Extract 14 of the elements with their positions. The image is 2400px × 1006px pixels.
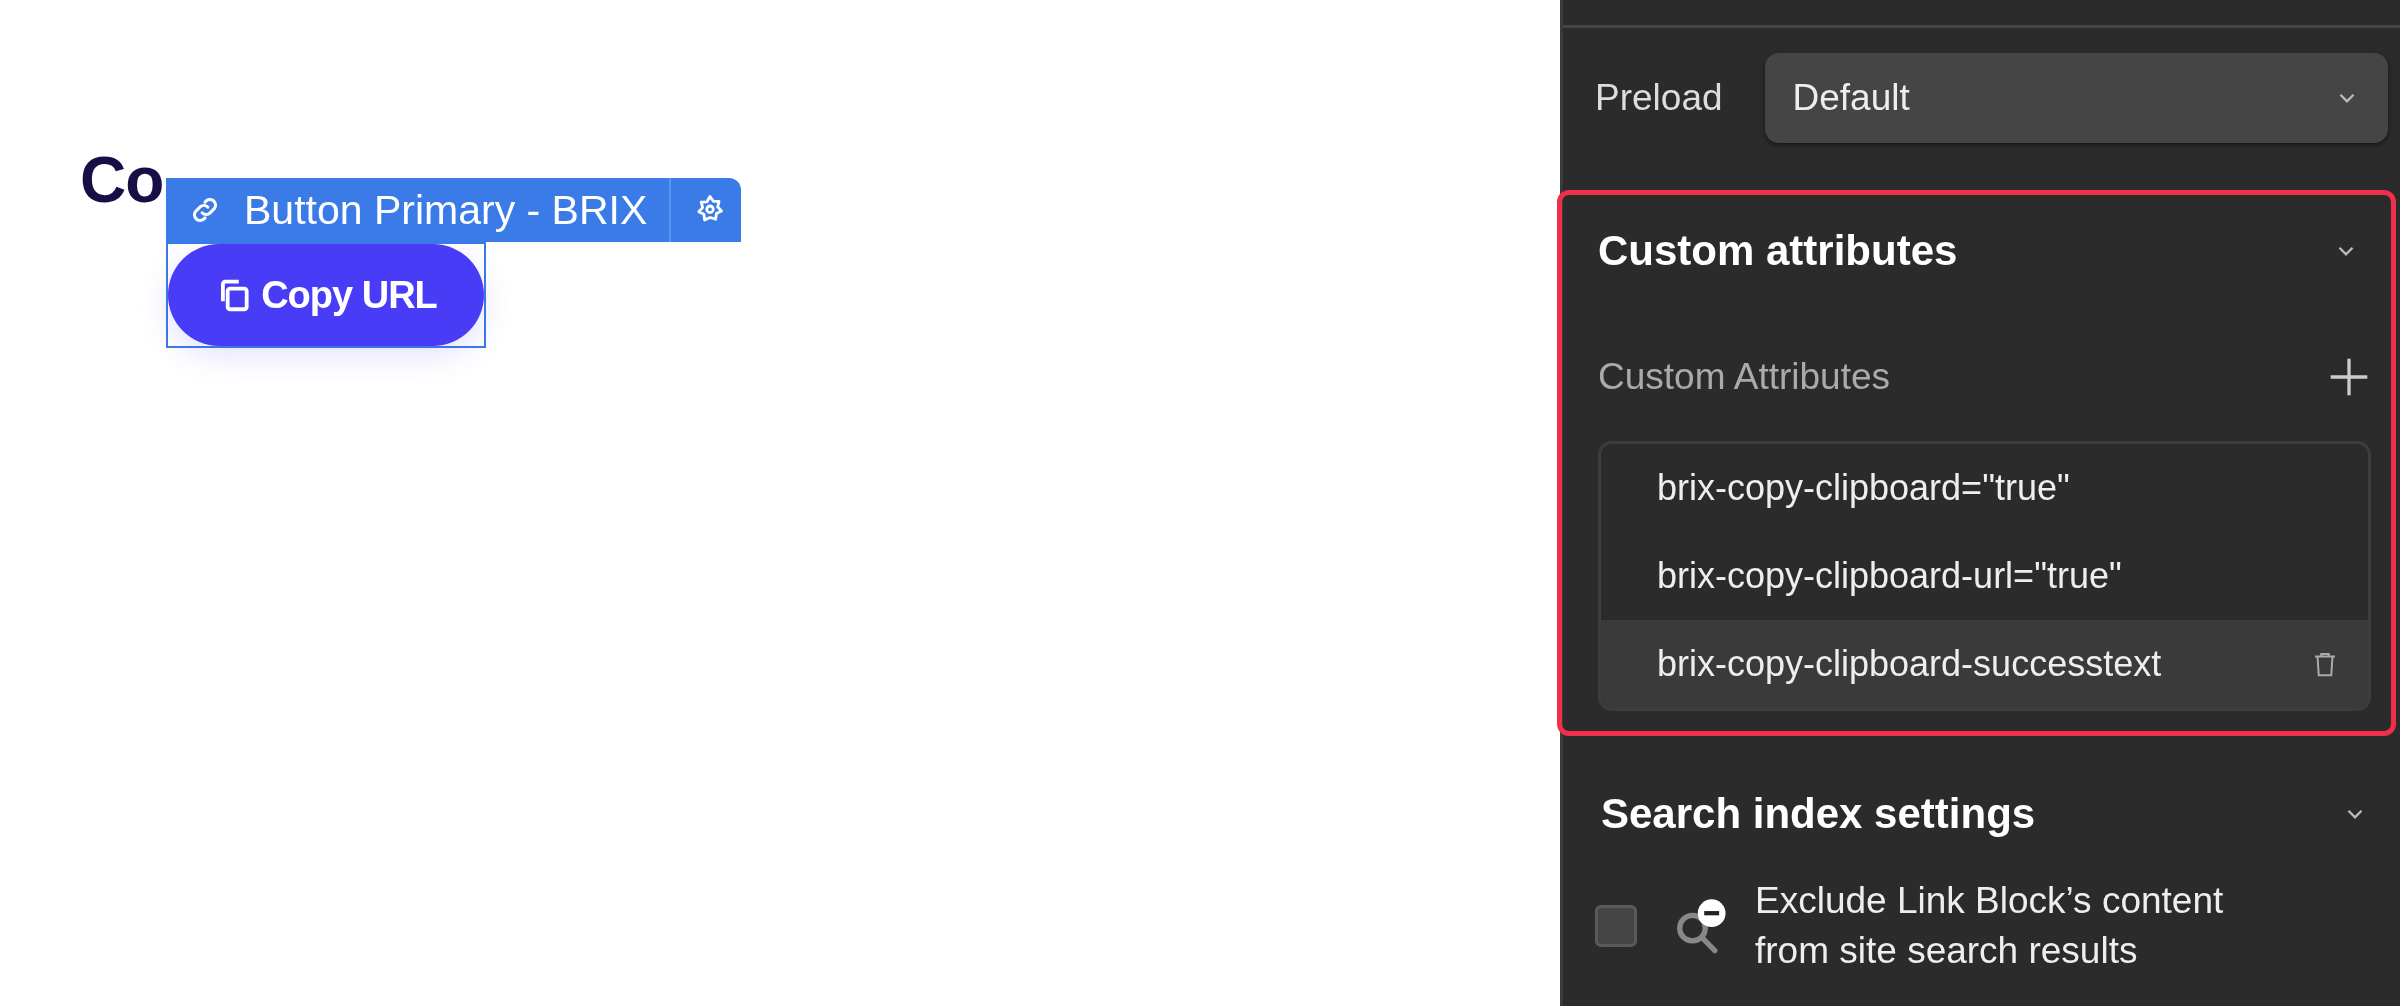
element-name: Button Primary - BRIX [244,186,648,234]
checkbox[interactable] [1595,905,1637,947]
attribute-item[interactable]: brix-copy-clipboard-successtext [1601,620,2368,708]
preload-label: Preload [1595,77,1723,119]
section-title: Search index settings [1601,790,2036,838]
section-title: Custom attributes [1598,227,1958,275]
preload-dropdown[interactable]: Default [1764,53,2388,143]
selection-label[interactable]: Button Primary - BRIX [166,178,742,242]
copy-url-button[interactable]: Copy URL [168,244,484,346]
attribute-item[interactable]: brix-copy-clipboard="true" [1601,444,2368,532]
attribute-item[interactable]: brix-copy-clipboard-url="true" [1601,532,2368,620]
option-label: Exclude Link Block’s content from site search results [1755,879,2225,973]
list-label: Custom Attributes [1598,356,1890,398]
page-heading: Co [80,143,164,218]
